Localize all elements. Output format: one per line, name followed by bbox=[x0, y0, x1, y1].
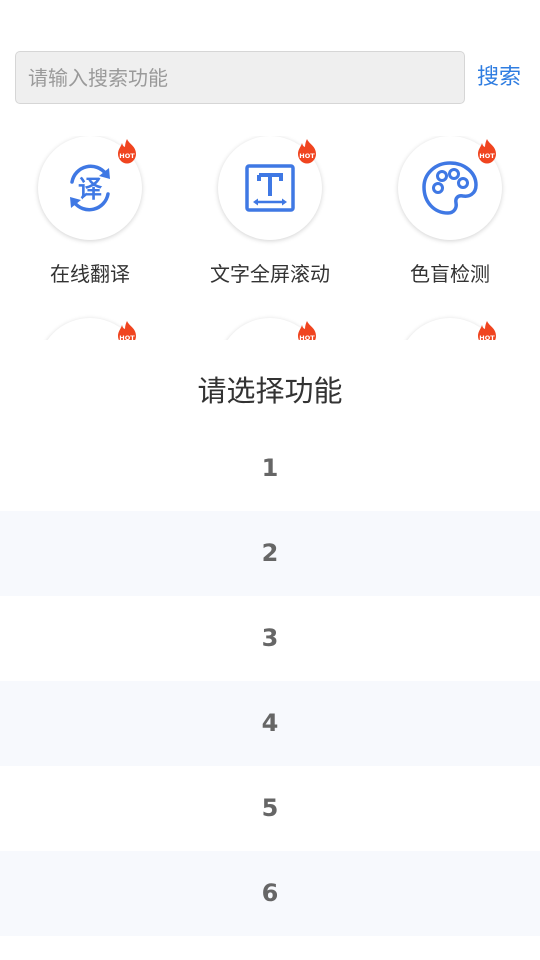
feature-color-blind-test[interactable]: HOT 色盲检测 bbox=[370, 136, 530, 286]
search-button[interactable]: 搜索 bbox=[477, 51, 521, 104]
picker-option[interactable]: 1 bbox=[0, 426, 540, 511]
function-picker-sheet: 请选择功能 1 2 3 4 5 6 bbox=[0, 340, 540, 960]
search-row: 搜索 bbox=[15, 51, 530, 104]
picker-title: 请选择功能 bbox=[197, 374, 343, 408]
svg-text:HOT: HOT bbox=[479, 152, 495, 160]
picker-option[interactable]: 2 bbox=[0, 511, 540, 596]
picker-option[interactable]: 4 bbox=[0, 681, 540, 766]
svg-text:译: 译 bbox=[78, 175, 103, 203]
feature-text-scroll[interactable]: HOT 文字全屏滚动 bbox=[190, 136, 350, 286]
translate-icon: 译 bbox=[70, 164, 110, 212]
palette-icon bbox=[422, 161, 478, 215]
picker-option[interactable]: 3 bbox=[0, 596, 540, 681]
feature-item[interactable]: HOT bbox=[190, 318, 350, 340]
feature-label: 文字全屏滚动 bbox=[210, 262, 330, 286]
hot-badge-icon: HOT bbox=[298, 321, 316, 340]
picker-option[interactable]: 5 bbox=[0, 766, 540, 851]
feature-label: 在线翻译 bbox=[50, 262, 130, 286]
hot-badge-icon: HOT bbox=[118, 321, 136, 340]
hot-badge-icon: HOT bbox=[118, 139, 136, 164]
feature-label: 色盲检测 bbox=[410, 262, 490, 286]
feature-item[interactable]: HOT bbox=[370, 318, 530, 340]
feature-item[interactable]: HOT bbox=[10, 318, 170, 340]
feature-grid: 译 HOT 在线翻译 HOT 文字全屏滚动 HOT 色盲检测 HOT HOT H… bbox=[0, 136, 540, 340]
hot-badge-icon: HOT bbox=[298, 139, 316, 164]
feature-online-translate[interactable]: 译 HOT 在线翻译 bbox=[10, 136, 170, 286]
svg-text:HOT: HOT bbox=[119, 152, 135, 160]
hot-badge-icon: HOT bbox=[478, 321, 496, 340]
text-scroll-icon bbox=[245, 164, 295, 212]
search-input[interactable] bbox=[15, 51, 465, 104]
svg-text:HOT: HOT bbox=[299, 152, 315, 160]
picker-option[interactable]: 6 bbox=[0, 851, 540, 936]
hot-badge-icon: HOT bbox=[478, 139, 496, 164]
